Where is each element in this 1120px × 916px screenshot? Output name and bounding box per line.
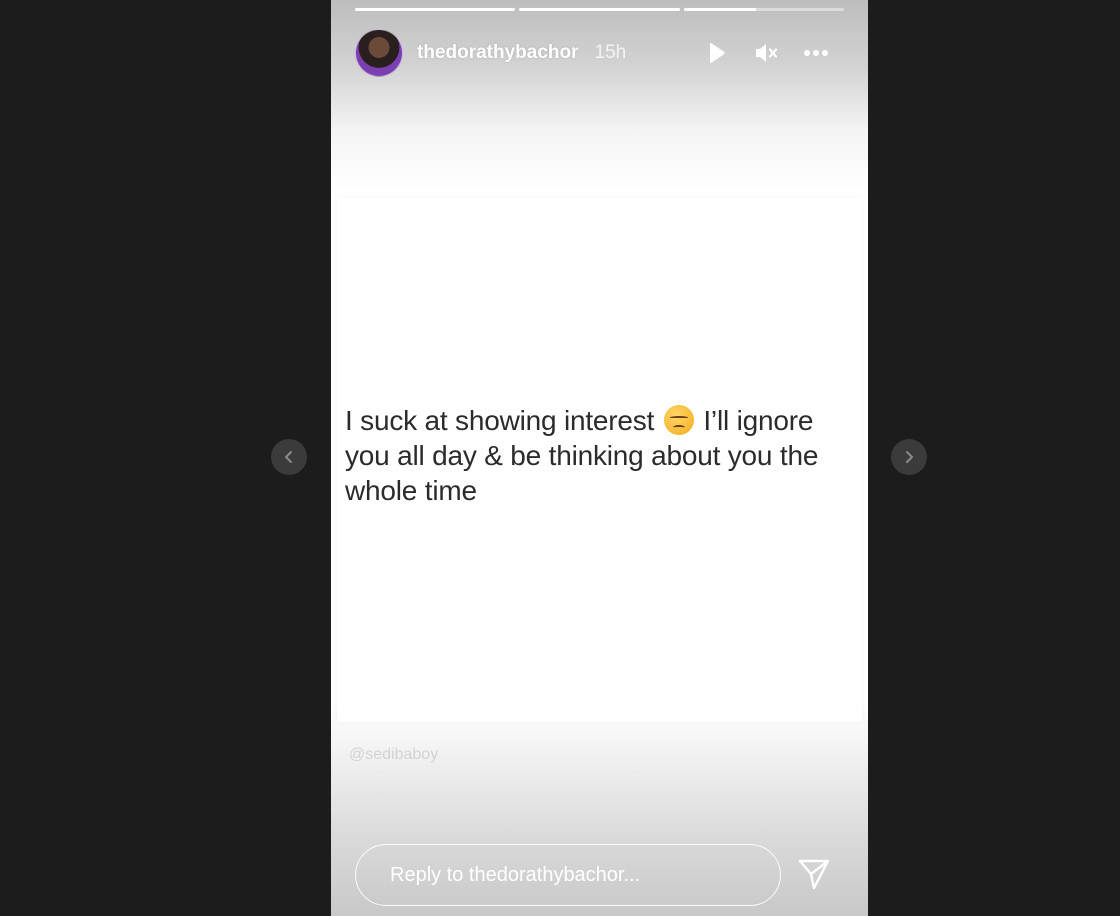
- username[interactable]: thedorathybachor: [417, 42, 579, 64]
- watermark: @sedibaboy: [349, 746, 439, 763]
- mute-button[interactable]: [752, 39, 780, 67]
- previous-story-button[interactable]: [271, 439, 307, 475]
- more-options-button[interactable]: [802, 39, 830, 67]
- more-icon: [804, 50, 828, 56]
- chevron-right-icon: [906, 451, 913, 463]
- progress-fill: [683, 8, 756, 11]
- progress-fill: [355, 8, 516, 11]
- send-icon: [798, 859, 830, 890]
- progress-segment: [355, 8, 516, 11]
- story-quote-text: I suck at showing interest I’ll ignore y…: [345, 403, 850, 508]
- story-header: thedorathybachor 15h: [355, 28, 844, 78]
- quote-text-part: I suck at showing interest: [345, 405, 662, 436]
- send-button[interactable]: [796, 856, 832, 892]
- avatar[interactable]: [355, 29, 403, 77]
- progress-fill: [519, 8, 680, 11]
- reply-input[interactable]: [388, 862, 752, 888]
- progress-segment: [683, 8, 844, 11]
- chevron-left-icon: [285, 451, 292, 463]
- reply-bar[interactable]: [355, 844, 781, 906]
- post-time: 15h: [594, 42, 627, 63]
- progress-segment: [519, 8, 680, 11]
- mute-icon: [756, 44, 778, 62]
- story-frame[interactable]: thedorathybachor 15h I suck at showing i…: [331, 0, 868, 916]
- unamused-face-emoji: [663, 405, 694, 435]
- play-button[interactable]: [702, 39, 730, 67]
- story-viewer: thedorathybachor 15h I suck at showing i…: [0, 0, 1120, 916]
- next-story-button[interactable]: [891, 439, 927, 475]
- story-progress-bar: [355, 8, 844, 11]
- play-icon: [710, 43, 725, 63]
- playback-controls: [702, 39, 830, 67]
- story-content-card: I suck at showing interest I’ll ignore y…: [337, 198, 862, 722]
